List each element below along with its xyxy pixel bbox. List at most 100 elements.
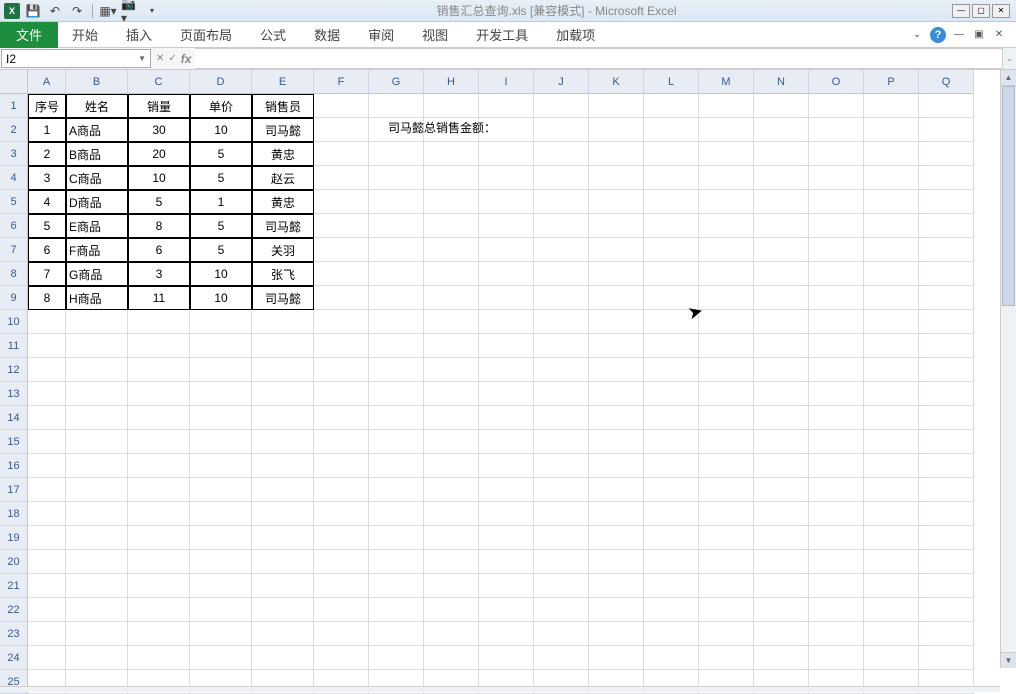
cell-L13[interactable] (644, 382, 699, 406)
cell-L1[interactable] (644, 94, 699, 118)
cell-C5[interactable]: 5 (128, 190, 190, 214)
scroll-thumb[interactable] (1002, 86, 1015, 306)
cell-H19[interactable] (424, 526, 479, 550)
cell-I4[interactable] (479, 166, 534, 190)
cell-J4[interactable] (534, 166, 589, 190)
cell-H23[interactable] (424, 622, 479, 646)
cell-D4[interactable]: 5 (190, 166, 252, 190)
cell-D15[interactable] (190, 430, 252, 454)
cell-O21[interactable] (809, 574, 864, 598)
cell-M23[interactable] (699, 622, 754, 646)
qat-customize-icon[interactable]: ▾ (143, 2, 161, 20)
cell-F4[interactable] (314, 166, 369, 190)
cell-B10[interactable] (66, 310, 128, 334)
row-header-11[interactable]: 11 (0, 334, 28, 358)
row-header-22[interactable]: 22 (0, 598, 28, 622)
spreadsheet-grid[interactable]: ABCDEFGHIJKLMNOPQ1序号姓名销量单价销售员21A商品3010司马… (0, 70, 1016, 694)
tab-addins[interactable]: 加载项 (542, 21, 609, 48)
cell-M19[interactable] (699, 526, 754, 550)
cell-L14[interactable] (644, 406, 699, 430)
cell-P15[interactable] (864, 430, 919, 454)
cell-B8[interactable]: G商品 (66, 262, 128, 286)
cell-F23[interactable] (314, 622, 369, 646)
cell-G22[interactable] (369, 598, 424, 622)
cell-G11[interactable] (369, 334, 424, 358)
cell-O24[interactable] (809, 646, 864, 670)
cell-P13[interactable] (864, 382, 919, 406)
cell-J3[interactable] (534, 142, 589, 166)
cell-G19[interactable] (369, 526, 424, 550)
cell-O4[interactable] (809, 166, 864, 190)
cell-E8[interactable]: 张飞 (252, 262, 314, 286)
cell-M2[interactable] (699, 118, 754, 142)
cell-K14[interactable] (589, 406, 644, 430)
cell-J2[interactable] (534, 118, 589, 142)
cell-A12[interactable] (28, 358, 66, 382)
tab-data[interactable]: 数据 (300, 21, 354, 48)
cell-L16[interactable] (644, 454, 699, 478)
cell-G24[interactable] (369, 646, 424, 670)
cell-L9[interactable] (644, 286, 699, 310)
cell-Q7[interactable] (919, 238, 974, 262)
cell-I13[interactable] (479, 382, 534, 406)
cell-E10[interactable] (252, 310, 314, 334)
cell-Q4[interactable] (919, 166, 974, 190)
cell-note[interactable]: 司马懿总销售金额： (388, 119, 496, 136)
horizontal-scrollbar[interactable] (0, 686, 1000, 692)
cell-O5[interactable] (809, 190, 864, 214)
cell-M4[interactable] (699, 166, 754, 190)
cell-G7[interactable] (369, 238, 424, 262)
row-header-6[interactable]: 6 (0, 214, 28, 238)
cell-F17[interactable] (314, 478, 369, 502)
cell-Q6[interactable] (919, 214, 974, 238)
cell-A10[interactable] (28, 310, 66, 334)
cell-K6[interactable] (589, 214, 644, 238)
row-header-3[interactable]: 3 (0, 142, 28, 166)
cell-A19[interactable] (28, 526, 66, 550)
cell-L22[interactable] (644, 598, 699, 622)
cell-D18[interactable] (190, 502, 252, 526)
cell-P19[interactable] (864, 526, 919, 550)
cell-F5[interactable] (314, 190, 369, 214)
row-header-12[interactable]: 12 (0, 358, 28, 382)
redo-icon[interactable]: ↷ (68, 2, 86, 20)
cell-Q23[interactable] (919, 622, 974, 646)
cell-M1[interactable] (699, 94, 754, 118)
cell-J21[interactable] (534, 574, 589, 598)
cell-C8[interactable]: 3 (128, 262, 190, 286)
cell-N9[interactable] (754, 286, 809, 310)
cell-A17[interactable] (28, 478, 66, 502)
cell-A3[interactable]: 2 (28, 142, 66, 166)
cell-J5[interactable] (534, 190, 589, 214)
row-header-24[interactable]: 24 (0, 646, 28, 670)
col-header-A[interactable]: A (28, 70, 66, 94)
cell-E4[interactable]: 赵云 (252, 166, 314, 190)
cell-Q19[interactable] (919, 526, 974, 550)
cell-B5[interactable]: D商品 (66, 190, 128, 214)
cell-M5[interactable] (699, 190, 754, 214)
tab-review[interactable]: 审阅 (354, 21, 408, 48)
cell-E14[interactable] (252, 406, 314, 430)
cell-E15[interactable] (252, 430, 314, 454)
cell-D3[interactable]: 5 (190, 142, 252, 166)
row-header-7[interactable]: 7 (0, 238, 28, 262)
cell-M24[interactable] (699, 646, 754, 670)
col-header-Q[interactable]: Q (919, 70, 974, 94)
cell-C12[interactable] (128, 358, 190, 382)
cell-H5[interactable] (424, 190, 479, 214)
cell-N20[interactable] (754, 550, 809, 574)
camera-icon[interactable]: 📷▾ (121, 2, 139, 20)
cell-G10[interactable] (369, 310, 424, 334)
cell-H20[interactable] (424, 550, 479, 574)
cell-G18[interactable] (369, 502, 424, 526)
cell-G1[interactable] (369, 94, 424, 118)
cell-Q14[interactable] (919, 406, 974, 430)
cell-H22[interactable] (424, 598, 479, 622)
cell-L8[interactable] (644, 262, 699, 286)
cell-B14[interactable] (66, 406, 128, 430)
cell-J12[interactable] (534, 358, 589, 382)
cell-C10[interactable] (128, 310, 190, 334)
col-header-F[interactable]: F (314, 70, 369, 94)
cell-G13[interactable] (369, 382, 424, 406)
cell-E12[interactable] (252, 358, 314, 382)
